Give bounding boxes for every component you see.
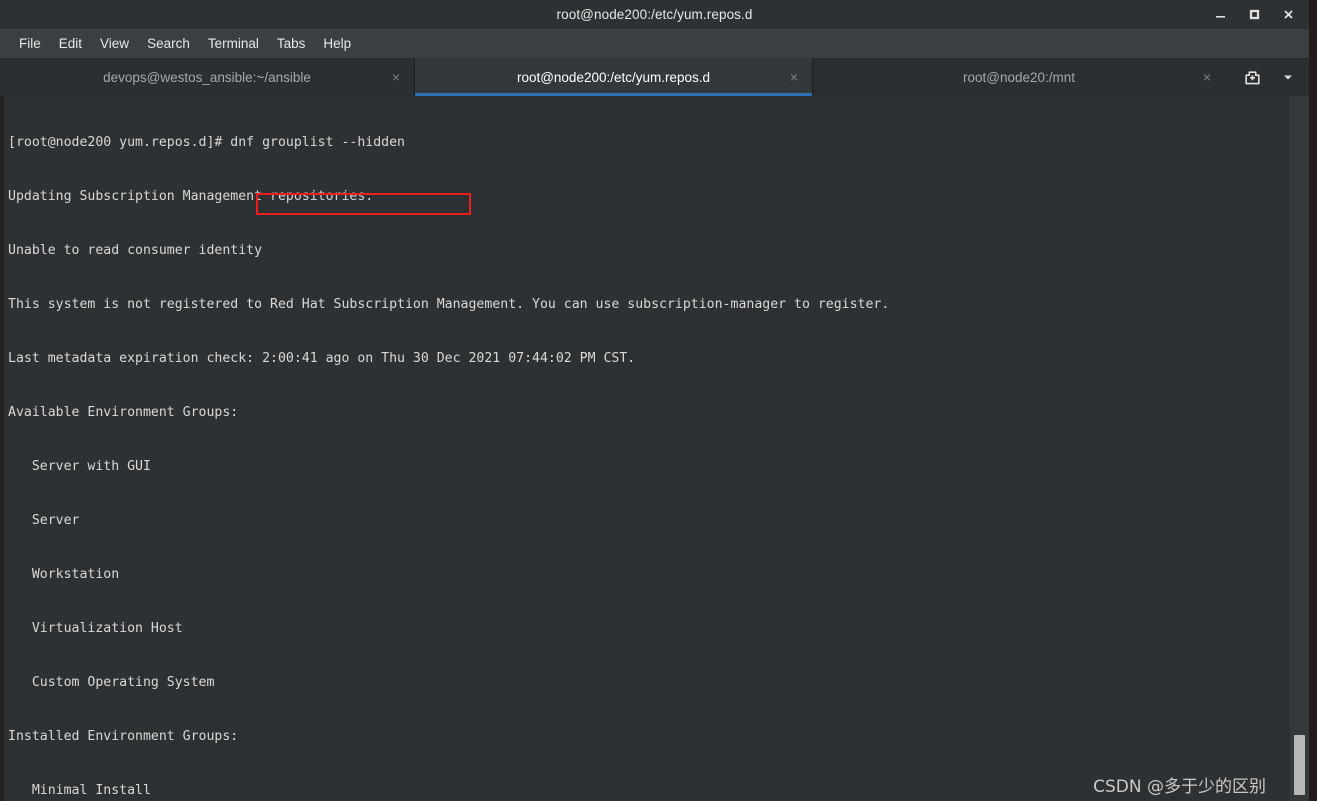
terminal-line: Last metadata expiration check: 2:00:41 … [8,351,636,366]
menu-item-view[interactable]: View [91,33,138,54]
tab-menu-button[interactable] [1273,62,1303,92]
tab-close-icon[interactable]: × [1203,70,1211,84]
terminal-line: This system is not registered to Red Hat… [8,297,890,312]
terminal-line: Virtualization Host [8,621,183,636]
tab-label: root@node200:/etc/yum.repos.d [516,69,711,85]
tab-devops-ansible[interactable]: devops@westos_ansible:~/ansible × [0,58,415,96]
tab-close-icon[interactable]: × [392,70,400,84]
menu-item-search[interactable]: Search [138,33,199,54]
terminal-line: Server with GUI [8,459,151,474]
new-tab-icon [1244,70,1260,84]
menu-item-file[interactable]: File [10,33,50,54]
window-title: root@node200:/etc/yum.repos.d [556,7,753,22]
close-button[interactable] [1271,0,1305,29]
terminal-scrollbar[interactable] [1290,96,1309,801]
minimize-icon [1215,16,1225,18]
terminal-body: [root@node200 yum.repos.d]# dnf grouplis… [0,96,1309,801]
close-icon [1283,10,1293,19]
window-controls [1203,0,1305,29]
menu-item-edit[interactable]: Edit [50,33,91,54]
terminal-line: Installed Environment Groups: [8,729,239,744]
new-tab-button[interactable] [1237,62,1267,92]
tab-bar: devops@westos_ansible:~/ansible × root@n… [0,58,1309,96]
terminal-line: Updating Subscription Management reposit… [8,189,374,204]
menu-item-tabs[interactable]: Tabs [268,33,315,54]
tab-node20-mnt[interactable]: root@node20:/mnt × [813,58,1225,96]
terminal-line: Custom Operating System [8,675,215,690]
terminal-line: Server [8,513,80,528]
terminal-output: [root@node200 yum.repos.d]# dnf grouplis… [8,98,889,801]
scrollbar-thumb[interactable] [1294,735,1305,795]
menu-item-help[interactable]: Help [314,33,360,54]
terminal-line: Minimal Install [8,783,151,798]
terminal-line: Available Environment Groups: [8,405,239,420]
tab-label: devops@westos_ansible:~/ansible [103,69,311,85]
menu-bar: File Edit View Search Terminal Tabs Help [0,29,1309,58]
watermark: CSDN @多于少的区别 [1093,777,1266,797]
tab-bar-actions [1237,58,1309,96]
chevron-down-icon [1284,75,1292,80]
terminal-line: [root@node200 yum.repos.d]# dnf grouplis… [8,135,405,150]
minimize-button[interactable] [1203,0,1237,29]
terminal-screen[interactable]: [root@node200 yum.repos.d]# dnf grouplis… [4,96,1290,801]
terminal-line: Unable to read consumer identity [8,243,263,258]
tab-close-icon[interactable]: × [790,70,798,84]
tab-node200-yum-repos-d[interactable]: root@node200:/etc/yum.repos.d × [415,58,813,96]
terminal-window: root@node200:/etc/yum.repos.d File Edit [0,0,1317,801]
terminal-line: Workstation [8,567,120,582]
title-bar: root@node200:/etc/yum.repos.d [0,0,1309,29]
tab-label: root@node20:/mnt [962,69,1076,85]
maximize-icon [1249,9,1259,20]
menu-item-terminal[interactable]: Terminal [199,33,268,54]
maximize-button[interactable] [1237,0,1271,29]
